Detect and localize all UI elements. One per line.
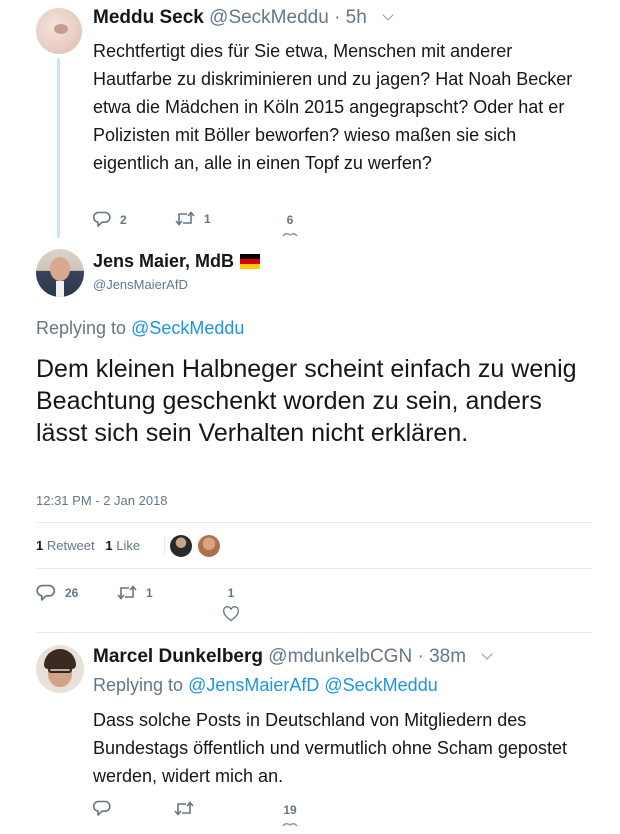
avatar-hair: [44, 649, 76, 669]
retweets-stat[interactable]: 1 Retweet: [36, 538, 95, 553]
reply-button[interactable]: 26: [36, 584, 78, 602]
retweet-count: 1: [146, 585, 153, 600]
replying-to-label: Replying to: [36, 318, 127, 338]
reply-icon: [93, 800, 111, 816]
like-count: 6: [286, 213, 294, 227]
tweet-time[interactable]: 38m: [429, 646, 466, 667]
german-flag-icon: [240, 254, 261, 269]
avatar-shirt: [56, 281, 64, 297]
author-name[interactable]: Jens Maier, MdB: [93, 251, 234, 271]
divider: [36, 522, 592, 523]
avatar-glasses: [48, 667, 72, 673]
retweet-icon: [175, 211, 195, 226]
dot-separator: ·: [334, 7, 341, 28]
likes-stat[interactable]: 1 Like: [105, 538, 140, 553]
heart-icon: [282, 823, 298, 827]
dot-separator: ·: [417, 646, 424, 667]
reply-button[interactable]: [93, 800, 120, 817]
thread-connector-line: [57, 58, 60, 238]
likes-stat-count: 1: [105, 538, 113, 553]
replying-to: Replying to @JensMaierAfD @SeckMeddu: [93, 675, 438, 696]
replying-to-handle[interactable]: @SeckMeddu: [131, 318, 244, 338]
reply-count: 26: [65, 586, 79, 600]
heart-icon: [223, 606, 239, 622]
replying-to-handles[interactable]: @JensMaierAfD @SeckMeddu: [188, 675, 438, 695]
retweet-icon: [117, 585, 137, 600]
retweet-button[interactable]: [174, 801, 203, 816]
avatar[interactable]: [36, 249, 84, 297]
author-name-row: Jens Maier, MdB: [93, 251, 261, 272]
author-name[interactable]: Meddu Seck: [93, 7, 204, 28]
reply-icon: [93, 211, 111, 227]
author-handle[interactable]: @mdunkelbCGN: [268, 646, 412, 667]
heart-icon: [282, 233, 298, 237]
replying-to: Replying to @SeckMeddu: [36, 318, 244, 339]
author-name[interactable]: Marcel Dunkelberg: [93, 646, 263, 667]
retweets-stat-count: 1: [36, 538, 44, 553]
tweet-header: Marcel Dunkelberg @mdunkelbCGN · 38m: [93, 646, 493, 668]
replying-to-label: Replying to: [93, 675, 184, 695]
tweet-time[interactable]: 5h: [346, 7, 367, 28]
retweet-icon: [174, 801, 194, 816]
like-button[interactable]: 6: [282, 213, 298, 237]
chevron-down-icon[interactable]: [481, 648, 493, 660]
retweet-button[interactable]: 1: [117, 585, 153, 600]
reply-button[interactable]: 2: [93, 211, 127, 228]
retweet-count: 1: [204, 211, 211, 226]
reply-icon: [36, 584, 56, 601]
divider: [36, 568, 592, 569]
like-count: 19: [283, 803, 297, 817]
reply-count: 2: [120, 212, 127, 227]
likes-stat-label: Like: [116, 538, 141, 553]
like-button[interactable]: 19: [282, 803, 298, 827]
tweet-text: Dem kleinen Halbneger scheint einfach zu…: [36, 355, 577, 447]
tweet-text: Dass solche Posts in Deutschland von Mit…: [93, 710, 567, 786]
tweet-header: Meddu Seck @SeckMeddu · 5h: [93, 7, 394, 29]
retweets-stat-label: Retweet: [46, 538, 95, 553]
author-handle[interactable]: @JensMaierAfD: [93, 277, 188, 292]
author-handle[interactable]: @SeckMeddu: [209, 7, 329, 28]
tweet-text: Rechtfertigt dies für Sie etwa, Menschen…: [93, 41, 573, 173]
engagement-stats: 1 Retweet 1 Like: [36, 538, 140, 553]
avatar[interactable]: [36, 645, 84, 693]
avatar[interactable]: [36, 8, 82, 54]
like-count: 1: [227, 586, 235, 600]
stats-divider: [164, 535, 165, 557]
divider: [36, 632, 592, 633]
retweet-button[interactable]: 1: [175, 211, 211, 226]
chevron-down-icon[interactable]: [382, 9, 394, 21]
liker-avatar[interactable]: [198, 535, 220, 557]
liker-avatar[interactable]: [170, 535, 192, 557]
avatar-face: [50, 257, 70, 281]
tweet-timestamp[interactable]: 12:31 PM - 2 Jan 2018: [36, 493, 168, 508]
like-button[interactable]: 1: [222, 586, 240, 622]
